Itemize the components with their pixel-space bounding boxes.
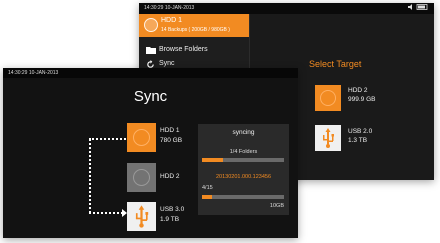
drive-hdd1-tile[interactable] (127, 123, 156, 152)
file-progress-bar (202, 195, 284, 199)
progress-fill (202, 195, 212, 199)
page-title: Sync (133, 88, 168, 105)
select-target-title: Select Target (309, 59, 362, 69)
data-size: 10GB (269, 203, 284, 209)
current-file: 20130201.000.123456 (215, 174, 272, 180)
selected-drive-name: HDD 1 (161, 17, 183, 24)
status-time: 14:30:29 10-JAN-2013 (8, 70, 59, 76)
sync-status: syncing (232, 129, 255, 136)
hdd-icon (144, 18, 158, 32)
hdd-icon (133, 169, 150, 186)
sync-screen: 14:30:29 10-JAN-2013 Sync HDD 1 780 GB H… (3, 68, 298, 238)
nav-browse-folders[interactable]: Browse Folders (139, 43, 249, 56)
status-bar: 14:30:29 10-JAN-2013 (3, 68, 298, 78)
drive-hdd1-label: HDD 1 780 GB (160, 126, 182, 146)
file-count: 4/15 (202, 185, 213, 191)
drive-hdd2-label: HDD 2 (160, 172, 180, 182)
target-usb-label: USB 2.0 1.3 TB (348, 127, 372, 145)
sync-path-line (89, 138, 126, 140)
sync-progress-panel: syncing 1/4 Folders 20130201.000.123456 … (198, 124, 289, 215)
progress-fill (202, 158, 223, 162)
selected-drive-info: 14 Backups ( 200GB / 980GB ) (161, 27, 230, 33)
target-usb-tile[interactable] (315, 125, 341, 151)
status-time: 14:30:29 10-JAN-2013 (144, 5, 195, 11)
drive-usb-label: USB 3.0 1.9 TB (160, 205, 184, 225)
volume-icon (408, 4, 428, 10)
target-hdd2-label: HDD 2 999.9 GB (348, 86, 375, 104)
folder-icon (146, 47, 156, 54)
hdd-icon (320, 90, 336, 106)
hdd-icon (133, 129, 150, 146)
status-icons (408, 3, 428, 16)
usb-icon (135, 205, 149, 228)
drive-name: HDD 2 (160, 173, 180, 180)
drive-usb-tile[interactable] (127, 202, 156, 231)
selected-drive-item[interactable]: HDD 1 14 Backups ( 200GB / 980GB ) (139, 14, 249, 37)
target-name: USB 2.0 (348, 128, 373, 135)
usb-icon (323, 128, 334, 148)
folders-progress-bar (202, 158, 284, 162)
sync-path-line (89, 139, 91, 213)
target-size: 1.3 TB (348, 137, 368, 144)
nav-label: Browse Folders (159, 46, 208, 53)
status-bar: 14:30:29 10-JAN-2013 (139, 3, 434, 14)
drive-size: 780 GB (160, 137, 183, 144)
drive-size: 1.9 TB (160, 216, 180, 223)
drive-hdd2-tile[interactable] (127, 163, 156, 192)
target-name: HDD 2 (348, 87, 368, 94)
drive-name: USB 3.0 (160, 206, 185, 213)
drive-name: HDD 1 (160, 127, 180, 134)
folders-count: 1/4 Folders (229, 149, 258, 155)
target-hdd2-tile[interactable] (315, 85, 341, 111)
target-size: 999.9 GB (348, 96, 376, 103)
sync-path-line (89, 212, 123, 214)
